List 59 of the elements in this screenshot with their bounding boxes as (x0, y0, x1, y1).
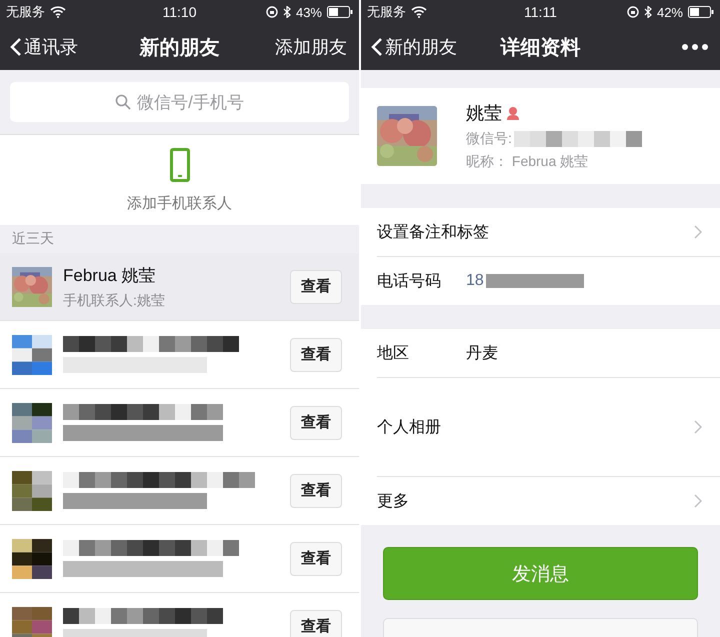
page-title: 新的朋友 (140, 36, 220, 58)
view-button[interactable]: 查看 (290, 338, 342, 372)
battery-percent: 43% (296, 4, 322, 20)
row-value: 丹麦 (466, 344, 499, 364)
back-button[interactable]: 通讯录 (10, 35, 78, 59)
view-button[interactable]: 查看 (290, 610, 342, 637)
menu-row[interactable]: 更多 (377, 477, 720, 525)
info-row[interactable]: 电话号码 18 (377, 257, 720, 305)
friend-row[interactable]: 查看 (0, 389, 359, 457)
page-title: 详细资料 (500, 36, 580, 58)
row-label: 电话号码 (377, 272, 442, 292)
bluetooth-icon (644, 6, 652, 18)
chevron-right-icon (694, 420, 702, 434)
row-label: 个人相册 (377, 418, 442, 438)
friend-name: Februa 姚莹 (63, 264, 157, 286)
search-placeholder: 微信号/手机号 (137, 92, 244, 114)
wifi-icon (50, 6, 66, 18)
battery-icon (327, 6, 353, 18)
friend-row[interactable]: 查看 (0, 525, 359, 593)
chevron-right-icon (694, 225, 702, 239)
wechat-id-label: 微信号: (466, 130, 512, 148)
back-button[interactable]: 新的朋友 (371, 35, 457, 59)
friend-row[interactable]: 查看 (0, 321, 359, 389)
row-label: 更多 (377, 492, 410, 512)
phone-number[interactable]: 18 (466, 272, 484, 290)
add-friend-button[interactable]: 添加朋友 (275, 35, 347, 59)
view-button[interactable]: 查看 (290, 542, 342, 576)
row-label: 设置备注和标签 (377, 222, 490, 242)
section-header: 近三天 (11, 229, 55, 248)
menu-row[interactable]: 设置备注和标签 (377, 208, 720, 257)
friend-row[interactable]: 查看 (0, 593, 359, 637)
view-button[interactable]: 查看 (290, 474, 342, 508)
bluetooth-icon (282, 6, 291, 18)
rotation-lock-icon (626, 6, 639, 18)
more-icon[interactable] (682, 44, 708, 50)
battery-icon (688, 6, 714, 18)
female-person-icon (506, 106, 520, 120)
rotation-lock-icon (266, 6, 278, 18)
view-button[interactable]: 查看 (290, 270, 342, 304)
carrier-label: 无服务 (6, 3, 45, 21)
chevron-right-icon (694, 494, 702, 508)
add-contacts-label[interactable]: 添加手机联系人 (127, 194, 232, 212)
carrier-label: 无服务 (367, 3, 406, 21)
back-chevron-icon (10, 37, 22, 57)
friend-subtitle: 手机联系人:姚莹 (63, 292, 166, 310)
clock-time: 11:10 (162, 4, 196, 20)
clock-time: 11:11 (524, 4, 557, 20)
view-button[interactable]: 查看 (290, 406, 342, 440)
menu-row[interactable]: 个人相册 (377, 378, 720, 477)
search-icon (115, 94, 132, 110)
row-label: 地区 (377, 344, 410, 364)
phone-icon[interactable] (170, 148, 190, 182)
friend-row[interactable]: 查看 (0, 457, 359, 525)
wifi-icon (411, 6, 427, 18)
profile-name: 姚莹 (466, 102, 502, 125)
friend-row[interactable]: Februa 姚莹 手机联系人:姚莹 查看 (0, 253, 359, 321)
back-chevron-icon (371, 37, 383, 57)
battery-percent: 42% (656, 4, 683, 20)
nickname-text: 昵称： Februa 姚莹 (466, 153, 590, 171)
